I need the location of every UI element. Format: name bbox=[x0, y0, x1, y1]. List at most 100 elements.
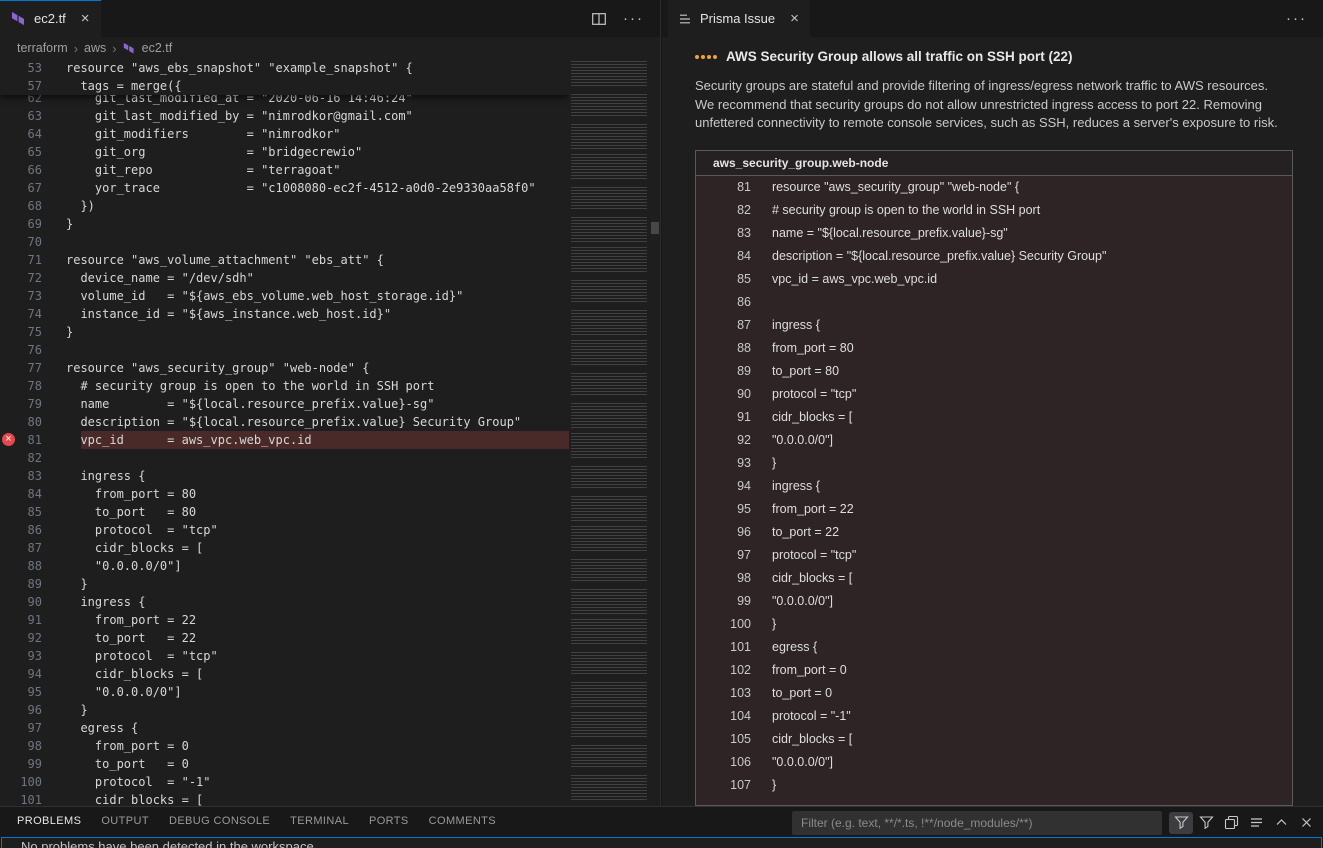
scrollbar-thumb[interactable] bbox=[651, 222, 659, 234]
code-line[interactable]: 89 } bbox=[0, 575, 569, 593]
line-text: } bbox=[772, 778, 776, 792]
line-text: vpc_id = aws_vpc.web_vpc.id bbox=[42, 431, 569, 449]
code-line[interactable]: 93 protocol = "tcp" bbox=[0, 647, 569, 665]
sticky-line[interactable]: 57 tags = merge({ bbox=[0, 77, 569, 95]
code-area: 62 git_last_modified_at = "2020-06-16 14… bbox=[0, 59, 569, 806]
code-line[interactable]: 81 vpc_id = aws_vpc.web_vpc.id bbox=[0, 431, 569, 449]
more-actions-icon[interactable]: ··· bbox=[1286, 10, 1307, 27]
chevron-right-icon: › bbox=[74, 41, 78, 56]
code-line[interactable]: 88 "0.0.0.0/0"] bbox=[0, 557, 569, 575]
line-text: instance_id = "${aws_instance.web_host.i… bbox=[42, 305, 569, 323]
line-text: } bbox=[42, 323, 569, 341]
error-icon-slot bbox=[0, 179, 18, 197]
code-line[interactable]: 70 bbox=[0, 233, 569, 251]
split-editor-icon[interactable] bbox=[591, 11, 607, 27]
code-line[interactable]: 74 instance_id = "${aws_instance.web_hos… bbox=[0, 305, 569, 323]
code-line[interactable]: 95 "0.0.0.0/0"] bbox=[0, 683, 569, 701]
code-line[interactable]: 73 volume_id = "${aws_ebs_volume.web_hos… bbox=[0, 287, 569, 305]
code-line[interactable]: 75 } bbox=[0, 323, 569, 341]
code-line[interactable]: 67 yor_trace = "c1008080-ec2f-4512-a0d0-… bbox=[0, 179, 569, 197]
line-text: cidr_blocks = [ bbox=[772, 410, 852, 424]
line-number: 86 bbox=[696, 295, 751, 309]
close-tab-icon[interactable]: × bbox=[790, 11, 799, 26]
panel-tab[interactable]: TERMINAL bbox=[290, 807, 349, 838]
code-line[interactable]: 90 ingress { bbox=[0, 593, 569, 611]
code-line[interactable]: 84 from_port = 80 bbox=[0, 485, 569, 503]
code-line[interactable]: 83 ingress { bbox=[0, 467, 569, 485]
panel-tab[interactable]: PROBLEMS bbox=[17, 807, 81, 838]
panel-tab[interactable]: DEBUG CONSOLE bbox=[169, 807, 270, 838]
code-line[interactable]: 79 name = "${local.resource_prefix.value… bbox=[0, 395, 569, 413]
panel-actions: ··· bbox=[1286, 0, 1323, 37]
code-line[interactable]: 69 } bbox=[0, 215, 569, 233]
line-text: resource "aws_security_group" "web-node"… bbox=[42, 359, 569, 377]
line-number: 99 bbox=[18, 755, 42, 773]
issue-code-line: 100 } bbox=[696, 613, 1292, 636]
code-line[interactable]: 66 git_repo = "terragoat" bbox=[0, 161, 569, 179]
code-line[interactable]: 92 to_port = 22 bbox=[0, 629, 569, 647]
issue-code-block: aws_security_group.web-node 81 resource … bbox=[695, 150, 1293, 807]
line-text: to_port = 80 bbox=[772, 364, 839, 378]
code-line[interactable]: 77 resource "aws_security_group" "web-no… bbox=[0, 359, 569, 377]
more-actions-icon[interactable]: ··· bbox=[623, 10, 644, 27]
code-line[interactable]: 85 to_port = 80 bbox=[0, 503, 569, 521]
breadcrumb-item-aws[interactable]: aws bbox=[84, 41, 106, 55]
error-icon-slot bbox=[0, 251, 18, 269]
more-filters-button[interactable] bbox=[1194, 812, 1218, 834]
code-line[interactable]: 68 }) bbox=[0, 197, 569, 215]
code-line[interactable]: 100 protocol = "-1" bbox=[0, 773, 569, 791]
maximize-panel-button[interactable] bbox=[1269, 812, 1293, 834]
code-line[interactable]: 98 from_port = 0 bbox=[0, 737, 569, 755]
code-line[interactable]: 82 bbox=[0, 449, 569, 467]
filter-input-box[interactable] bbox=[792, 811, 1162, 835]
code-line[interactable]: 101 cidr_blocks = [ bbox=[0, 791, 569, 806]
line-number: 105 bbox=[696, 732, 751, 746]
panel-tab[interactable]: COMMENTS bbox=[429, 807, 496, 838]
code-line[interactable]: 96 } bbox=[0, 701, 569, 719]
code-line[interactable]: 78 # security group is open to the world… bbox=[0, 377, 569, 395]
code-line[interactable]: 72 device_name = "/dev/sdh" bbox=[0, 269, 569, 287]
collapse-all-button[interactable] bbox=[1219, 812, 1243, 834]
code-line[interactable]: 71 resource "aws_volume_attachment" "ebs… bbox=[0, 251, 569, 269]
line-text: ingress { bbox=[42, 467, 569, 485]
issue-code-line: 88 from_port = 80 bbox=[696, 337, 1292, 360]
code-line[interactable]: 76 bbox=[0, 341, 569, 359]
issue-code-line: 102 from_port = 0 bbox=[696, 659, 1292, 682]
line-number: 53 bbox=[18, 59, 42, 77]
issue-code-line: 105 cidr_blocks = [ bbox=[696, 728, 1292, 751]
code-line[interactable]: 86 protocol = "tcp" bbox=[0, 521, 569, 539]
line-text: protocol = "tcp" bbox=[42, 521, 569, 539]
view-as-table-button[interactable] bbox=[1244, 812, 1268, 834]
minimap[interactable] bbox=[571, 61, 647, 805]
line-number: 87 bbox=[696, 318, 751, 332]
code-line[interactable]: 65 git_org = "bridgecrewio" bbox=[0, 143, 569, 161]
tab-prisma-issue[interactable]: Prisma Issue × bbox=[668, 0, 810, 37]
code-line[interactable]: 94 cidr_blocks = [ bbox=[0, 665, 569, 683]
panel-tab[interactable]: OUTPUT bbox=[101, 807, 149, 838]
code-line[interactable]: 91 from_port = 22 bbox=[0, 611, 569, 629]
breadcrumb-item-file[interactable]: ec2.tf bbox=[142, 41, 173, 55]
error-icon-slot bbox=[0, 125, 18, 143]
prisma-issue-panel: Prisma Issue × ··· AWS Security Group al… bbox=[662, 0, 1323, 806]
panel-tab[interactable]: PORTS bbox=[369, 807, 409, 838]
code-line[interactable]: 64 git_modifiers = "nimrodkor" bbox=[0, 125, 569, 143]
line-text: vpc_id = aws_vpc.web_vpc.id bbox=[772, 272, 937, 286]
editor-scrollbar[interactable] bbox=[650, 59, 660, 806]
sticky-line[interactable]: 53 resource "aws_ebs_snapshot" "example_… bbox=[0, 59, 569, 77]
breadcrumb-item-terraform[interactable]: terraform bbox=[17, 41, 68, 55]
code-line[interactable]: 87 cidr_blocks = [ bbox=[0, 539, 569, 557]
code-line[interactable]: 99 to_port = 0 bbox=[0, 755, 569, 773]
problems-message: No problems have been detected in the wo… bbox=[2, 838, 1321, 848]
close-tab-icon[interactable]: × bbox=[81, 11, 90, 26]
code-line[interactable]: 63 git_last_modified_by = "nimrodkor@gma… bbox=[0, 107, 569, 125]
code-line[interactable]: 80 description = "${local.resource_prefi… bbox=[0, 413, 569, 431]
filter-button[interactable] bbox=[1169, 812, 1193, 834]
line-text: device_name = "/dev/sdh" bbox=[42, 269, 569, 287]
line-text: }) bbox=[42, 197, 569, 215]
tab-ec2-tf[interactable]: ec2.tf × bbox=[0, 0, 101, 37]
filter-input[interactable] bbox=[792, 811, 1162, 835]
funnel-icon bbox=[1199, 815, 1214, 830]
code-line[interactable]: 97 egress { bbox=[0, 719, 569, 737]
line-number: 98 bbox=[18, 737, 42, 755]
close-panel-button[interactable] bbox=[1294, 812, 1318, 834]
